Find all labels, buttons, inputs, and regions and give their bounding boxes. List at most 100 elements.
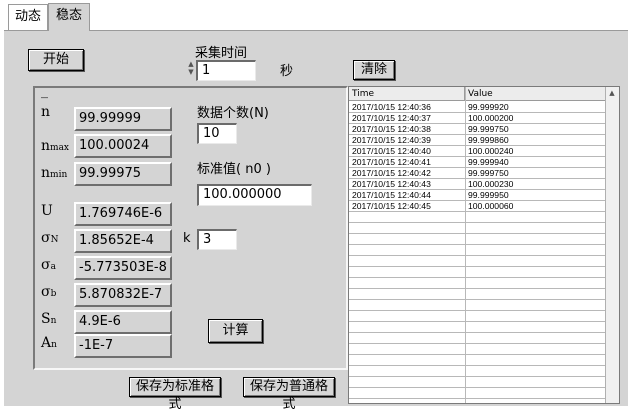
std-label: 标准值( n0 )	[197, 162, 271, 177]
value-cell	[465, 278, 607, 288]
table-row[interactable]	[349, 256, 607, 267]
nmax-value: 100.00024	[74, 134, 172, 158]
time-cell	[349, 377, 465, 387]
value-cell: 99.999920	[468, 102, 509, 112]
save-standard-label: 保存为标准格式	[135, 379, 214, 412]
table-row[interactable]	[349, 344, 607, 355]
value-cell	[465, 377, 607, 387]
value-cell	[465, 355, 607, 365]
value-cell	[465, 289, 607, 299]
value-cell: 99.999950	[468, 190, 509, 200]
nmin-label: nmin	[41, 165, 68, 181]
time-cell	[349, 333, 465, 343]
sigma-n-label: σN	[41, 230, 59, 246]
k-label: k	[183, 231, 191, 246]
count-input[interactable]: 10	[197, 123, 237, 144]
table-row[interactable]: 2017/10/15 12:40:45 100.000060	[349, 201, 607, 212]
table-row[interactable]	[349, 245, 607, 256]
table-row[interactable]: 2017/10/15 12:40:41 99.999940	[349, 157, 607, 168]
tab-steady-label: 稳态	[55, 8, 82, 23]
table-row[interactable]: 2017/10/15 12:40:38 99.999750	[349, 124, 607, 135]
table-scrollbar[interactable]: ▲	[605, 87, 619, 403]
table-row[interactable]: 2017/10/15 12:40:42 99.999750	[349, 168, 607, 179]
value-cell	[465, 311, 607, 321]
column-header-time[interactable]: Time	[349, 87, 465, 101]
table-row[interactable]	[349, 223, 607, 234]
sample-time-input[interactable]: 1	[196, 60, 256, 81]
time-cell: 2017/10/15 12:40:45	[352, 201, 431, 211]
value-cell	[465, 223, 607, 233]
table-row[interactable]	[349, 377, 607, 388]
table-row[interactable]: 2017/10/15 12:40:40 100.000240	[349, 146, 607, 157]
value-cell: 99.999750	[468, 124, 509, 134]
sn-label: Sn	[41, 311, 57, 327]
calc-button-label: 计算	[222, 323, 249, 338]
sigma-n-value: 1.85652E-4	[74, 229, 172, 253]
table-row[interactable]	[349, 355, 607, 366]
save-standard-button[interactable]: 保存为标准格式	[129, 377, 221, 412]
save-plain-label: 保存为普通格式	[249, 379, 328, 412]
time-cell	[349, 245, 465, 255]
nmax-label: nmax	[41, 138, 70, 154]
table-row[interactable]	[349, 212, 607, 223]
value-cell: 100.000230	[468, 179, 514, 189]
calc-button[interactable]: 计算	[208, 319, 263, 343]
table-row[interactable]	[349, 278, 607, 289]
time-cell	[349, 212, 465, 222]
nbar-value: 99.99999	[74, 107, 172, 131]
value-cell: 100.000060	[468, 201, 514, 211]
start-button-label: 开始	[42, 52, 69, 67]
sigma-b-value: 5.870832E-7	[74, 283, 172, 307]
value-cell	[465, 388, 607, 398]
clear-button[interactable]: 清除	[353, 60, 395, 80]
table-row[interactable]	[349, 267, 607, 278]
table-row[interactable]	[349, 311, 607, 322]
table-row[interactable]	[349, 300, 607, 311]
value-cell: 100.000240	[468, 146, 514, 156]
u-label: U	[41, 203, 53, 219]
time-cell	[349, 278, 465, 288]
value-cell: 99.999860	[468, 135, 509, 145]
sigma-b-label: σb	[41, 284, 57, 300]
tab-steady[interactable]: 稳态	[48, 3, 90, 31]
count-label: 数据个数(N)	[197, 106, 269, 121]
k-input[interactable]: 3	[197, 229, 237, 250]
nmin-value: 99.99975	[74, 162, 172, 186]
sn-value: 4.9E-6	[74, 310, 172, 334]
table-row[interactable]	[349, 333, 607, 344]
value-cell: 99.999750	[468, 168, 509, 178]
table-row[interactable]: 2017/10/15 12:40:43 100.000230	[349, 179, 607, 190]
time-cell	[349, 366, 465, 376]
time-cell: 2017/10/15 12:40:42	[352, 168, 431, 178]
table-row[interactable]: 2017/10/15 12:40:36 99.999920	[349, 102, 607, 113]
tab-dynamic[interactable]: 动态	[8, 4, 48, 30]
sample-time-unit: 秒	[280, 64, 294, 79]
value-cell: 100.000200	[468, 113, 514, 123]
time-cell	[349, 223, 465, 233]
table-row[interactable]: 2017/10/15 12:40:39 99.999860	[349, 135, 607, 146]
sigma-a-value: -5.773503E-8	[74, 256, 172, 280]
time-cell: 2017/10/15 12:40:39	[352, 135, 431, 145]
scroll-up-icon[interactable]: ▲	[607, 88, 617, 99]
table-row[interactable]	[349, 234, 607, 245]
table-row[interactable]: 2017/10/15 12:40:37 100.000200	[349, 113, 607, 124]
table-row[interactable]	[349, 388, 607, 399]
data-table[interactable]: Time Value 2017/10/15 12:40:36 99.999920 2…	[348, 86, 620, 404]
value-cell: 99.999940	[468, 157, 509, 167]
value-cell	[465, 366, 607, 376]
table-row[interactable]	[349, 322, 607, 333]
sample-time-spinner[interactable]: ▲ ▼	[186, 60, 196, 78]
time-cell	[349, 267, 465, 277]
start-button[interactable]: 开始	[28, 49, 84, 71]
sample-time-label: 采集时间	[195, 46, 248, 61]
table-row[interactable]	[349, 366, 607, 377]
table-row[interactable]	[349, 289, 607, 300]
save-plain-button[interactable]: 保存为普通格式	[243, 377, 335, 412]
time-cell: 2017/10/15 12:40:43	[352, 179, 431, 189]
table-row[interactable]: 2017/10/15 12:40:44 99.999950	[349, 190, 607, 201]
time-cell	[349, 289, 465, 299]
value-cell	[465, 300, 607, 310]
column-header-value[interactable]: Value	[465, 87, 607, 101]
sigma-a-label: σa	[41, 257, 56, 273]
std-input[interactable]: 100.000000	[197, 184, 312, 206]
